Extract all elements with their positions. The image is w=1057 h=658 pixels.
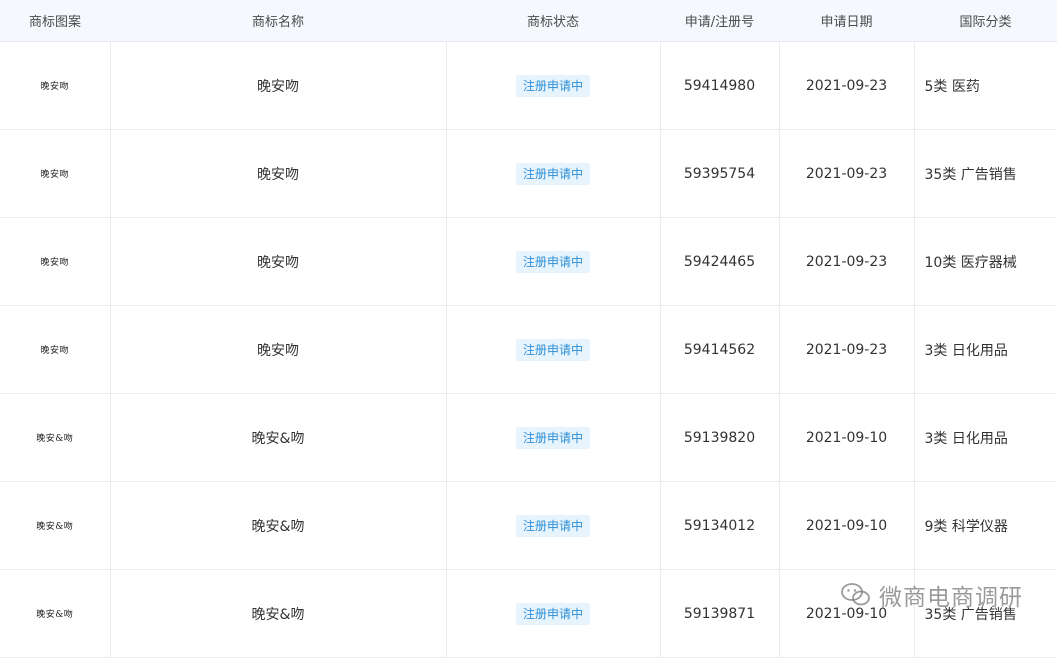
status-badge: 注册申请中	[515, 250, 590, 273]
international-class: 3类 日化用品	[914, 393, 1057, 482]
table-row[interactable]: 晚安&吻 晚安&吻 注册申请中 59134012 2021-09-10 9类 科学仪器	[0, 481, 1057, 570]
registration-number[interactable]: 59139820	[660, 393, 780, 482]
status-cell: 注册申请中	[446, 569, 661, 658]
international-class: 3类 日化用品	[914, 305, 1057, 394]
status-badge: 注册申请中	[515, 426, 590, 449]
registration-number[interactable]: 59134012	[660, 481, 780, 570]
trademark-name[interactable]: 晚安&吻	[110, 569, 447, 658]
table-row[interactable]: 晚安&吻 晚安&吻 注册申请中 59139871 2021-09-10 35类 广告销售	[0, 569, 1057, 658]
status-badge: 注册申请中	[515, 602, 590, 625]
trademark-name[interactable]: 晚安&吻	[110, 481, 447, 570]
application-date: 2021-09-10	[779, 481, 915, 570]
application-date: 2021-09-10	[779, 569, 915, 658]
trademark-logo: 晚安吻	[0, 305, 111, 394]
table-row[interactable]: 晚安吻 晚安吻 注册申请中 59424465 2021-09-23 10类 医疗器械	[0, 217, 1057, 306]
table-row[interactable]: 晚安&吻 晚安&吻 注册申请中 59139820 2021-09-10 3类 日化用品	[0, 393, 1057, 482]
international-class: 9类 科学仪器	[914, 481, 1057, 570]
header-reg-no[interactable]: 申请/注册号	[660, 0, 779, 42]
trademark-logo: 晚安&吻	[0, 481, 111, 570]
trademark-logo: 晚安吻	[0, 41, 111, 130]
international-class: 35类 广告销售	[914, 569, 1057, 658]
international-class: 35类 广告销售	[914, 129, 1057, 218]
header-logo[interactable]: 商标图案	[0, 0, 110, 42]
trademark-table: 商标图案 商标名称 商标状态 申请/注册号 申请日期 国际分类 晚安吻 晚安吻 注册…	[0, 0, 1057, 658]
status-badge: 注册申请中	[515, 74, 590, 97]
status-cell: 注册申请中	[446, 393, 661, 482]
status-badge: 注册申请中	[515, 162, 590, 185]
international-class: 5类 医药	[914, 41, 1057, 130]
application-date: 2021-09-23	[779, 217, 915, 306]
status-badge: 注册申请中	[515, 514, 590, 537]
registration-number[interactable]: 59414980	[660, 41, 780, 130]
table-row[interactable]: 晚安吻 晚安吻 注册申请中 59414562 2021-09-23 3类 日化用品	[0, 305, 1057, 394]
status-cell: 注册申请中	[446, 481, 661, 570]
table-row[interactable]: 晚安吻 晚安吻 注册申请中 59395754 2021-09-23 35类 广告销售	[0, 129, 1057, 218]
application-date: 2021-09-23	[779, 41, 915, 130]
status-cell: 注册申请中	[446, 41, 661, 130]
header-status[interactable]: 商标状态	[446, 0, 660, 42]
trademark-logo: 晚安吻	[0, 217, 111, 306]
registration-number[interactable]: 59424465	[660, 217, 780, 306]
header-date[interactable]: 申请日期	[779, 0, 914, 42]
international-class: 10类 医疗器械	[914, 217, 1057, 306]
status-cell: 注册申请中	[446, 217, 661, 306]
application-date: 2021-09-23	[779, 305, 915, 394]
table-header-row: 商标图案 商标名称 商标状态 申请/注册号 申请日期 国际分类	[0, 0, 1057, 42]
status-cell: 注册申请中	[446, 129, 661, 218]
application-date: 2021-09-23	[779, 129, 915, 218]
trademark-name[interactable]: 晚安吻	[110, 217, 447, 306]
status-badge: 注册申请中	[515, 338, 590, 361]
header-class[interactable]: 国际分类	[914, 0, 1057, 42]
trademark-name[interactable]: 晚安吻	[110, 305, 447, 394]
trademark-logo: 晚安吻	[0, 129, 111, 218]
table-row[interactable]: 晚安吻 晚安吻 注册申请中 59414980 2021-09-23 5类 医药	[0, 41, 1057, 130]
registration-number[interactable]: 59414562	[660, 305, 780, 394]
trademark-logo: 晚安&吻	[0, 569, 111, 658]
status-cell: 注册申请中	[446, 305, 661, 394]
registration-number[interactable]: 59139871	[660, 569, 780, 658]
trademark-name[interactable]: 晚安吻	[110, 41, 447, 130]
registration-number[interactable]: 59395754	[660, 129, 780, 218]
trademark-logo: 晚安&吻	[0, 393, 111, 482]
header-name[interactable]: 商标名称	[110, 0, 446, 42]
trademark-name[interactable]: 晚安&吻	[110, 393, 447, 482]
application-date: 2021-09-10	[779, 393, 915, 482]
trademark-name[interactable]: 晚安吻	[110, 129, 447, 218]
